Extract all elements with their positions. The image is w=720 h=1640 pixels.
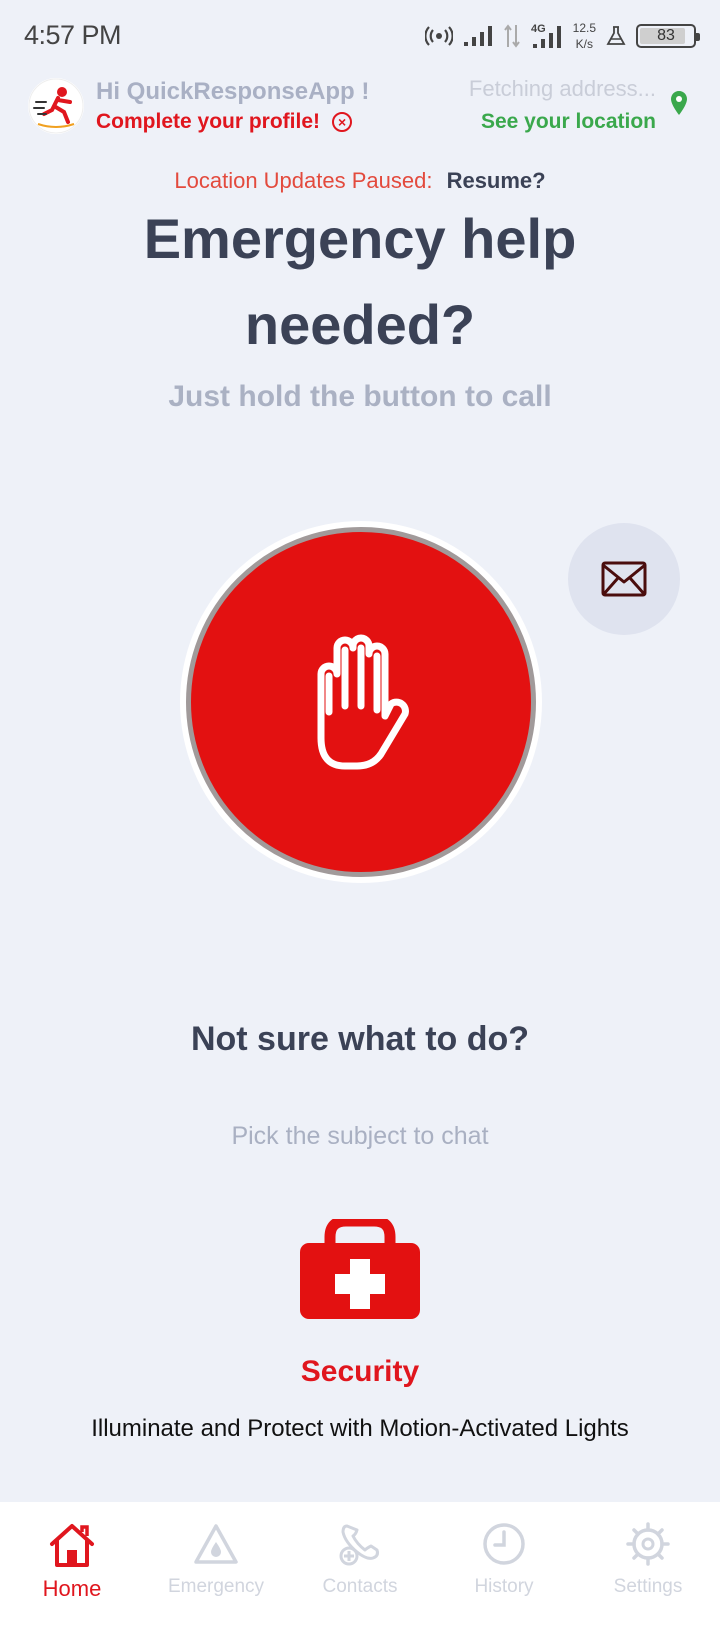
signal-icon — [463, 24, 493, 48]
page-subheadline: Just hold the button to call — [168, 380, 552, 413]
gear-icon — [626, 1522, 670, 1566]
nav-emergency-label: Emergency — [167, 1576, 265, 1597]
network-type-label: 4G — [531, 23, 546, 35]
status-bar: 4:57 PM 4G 12.5 K/s 83 — [0, 0, 720, 70]
signal-4g-icon: 4G — [531, 22, 563, 50]
battery-level: 83 — [657, 27, 675, 44]
network-speed-unit: K/s — [575, 37, 593, 51]
contacts-icon — [339, 1524, 379, 1566]
help-title: Not sure what to do? — [190, 1020, 530, 1058]
nav-contacts-label: Contacts — [322, 1576, 398, 1597]
nav-history-label: History — [474, 1576, 534, 1597]
data-transfer-icon — [503, 23, 521, 49]
message-button[interactable] — [568, 523, 680, 635]
location-pin-icon[interactable] — [670, 90, 688, 121]
resume-location-button[interactable]: Resume? — [447, 168, 546, 193]
page-headline: Emergency help needed? — [143, 207, 577, 356]
app-logo-icon — [28, 78, 84, 134]
nav-home-label: Home — [42, 1576, 102, 1601]
location-paused-label: Location Updates Paused: — [174, 168, 433, 193]
envelope-icon — [601, 561, 647, 597]
greeting-text: Hi QuickResponseApp ! — [96, 78, 370, 105]
help-subtitle: Pick the subject to chat — [231, 1122, 489, 1150]
bottom-nav: Home Emergency Contacts History Settings — [0, 1502, 720, 1640]
location-paused-banner: Location Updates Paused: Resume? — [0, 168, 720, 194]
status-icons: 4G 12.5 K/s 83 — [424, 18, 700, 54]
sos-button-ring — [180, 521, 542, 883]
status-time: 4:57 PM — [24, 20, 122, 50]
nav-emergency[interactable]: Emergency — [144, 1502, 288, 1640]
subject-title[interactable]: Security — [0, 1355, 720, 1389]
address-block: Fetching address... See your location — [469, 76, 656, 134]
complete-profile-link[interactable]: Complete your profile! × — [96, 110, 353, 134]
clock-icon — [483, 1523, 525, 1565]
dismiss-profile-icon[interactable]: × — [332, 112, 353, 132]
nav-history[interactable]: History — [432, 1502, 576, 1640]
hotspot-icon — [424, 24, 453, 48]
network-speed-value: 12.5 — [572, 21, 596, 35]
nav-contacts[interactable]: Contacts — [288, 1502, 432, 1640]
nav-settings-label: Settings — [613, 1576, 683, 1597]
raised-hand-icon — [317, 634, 409, 770]
see-location-link[interactable]: See your location — [469, 110, 656, 134]
home-icon — [50, 1524, 94, 1567]
nav-home[interactable]: Home — [0, 1502, 144, 1640]
address-status: Fetching address... — [468, 76, 656, 101]
first-aid-kit-icon[interactable] — [299, 1215, 421, 1324]
sos-hold-button[interactable] — [186, 527, 536, 877]
battery-indicator: 83 — [636, 24, 700, 48]
nav-settings[interactable]: Settings — [576, 1502, 720, 1640]
complete-profile-label: Complete your profile! — [96, 110, 321, 133]
warning-drop-icon — [194, 1524, 238, 1564]
subject-description: Illuminate and Protect with Motion-Activ… — [91, 1415, 629, 1442]
app-header: Hi QuickResponseApp ! Complete your prof… — [28, 76, 692, 136]
flask-icon — [606, 25, 626, 47]
avatar[interactable] — [28, 78, 84, 134]
network-speed: 12.5 K/s — [573, 20, 596, 52]
